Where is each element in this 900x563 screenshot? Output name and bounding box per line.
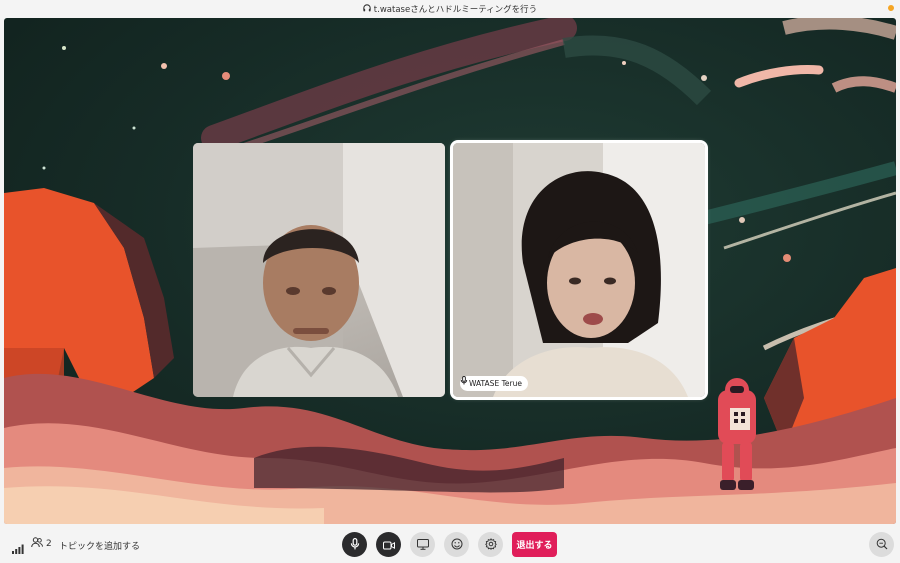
video-camera-icon (382, 535, 395, 554)
window-title-bar: t.wataseさんとハドルミーティングを行う (0, 0, 900, 18)
participant-video-tile-active-speaker[interactable]: WATASE Terue (453, 143, 705, 397)
window-title: t.wataseさんとハドルミーティングを行う (373, 5, 538, 15)
participant-video-feed (453, 143, 705, 397)
mute-microphone-button[interactable] (342, 532, 367, 557)
microphone-icon (350, 535, 360, 554)
settings-button[interactable] (478, 532, 503, 557)
people-icon (31, 537, 43, 551)
add-topic-link[interactable]: トピックを追加する (59, 539, 140, 552)
zoom-expand-icon (876, 535, 888, 554)
reaction-button[interactable] (444, 532, 469, 557)
participant-count: 2 (46, 539, 52, 549)
window-status-dot (888, 5, 894, 11)
screen-share-button[interactable] (410, 532, 435, 557)
expand-huddle-button[interactable] (869, 532, 894, 557)
headphones-icon (363, 4, 371, 14)
speaker-name: WATASE Terue (469, 379, 522, 388)
connection-signal-icon[interactable] (12, 539, 24, 558)
huddle-stage: WATASE Terue (4, 18, 896, 524)
emoji-reaction-icon (451, 535, 463, 554)
participant-video-tile[interactable] (193, 143, 445, 397)
settings-gear-icon (484, 535, 497, 554)
toggle-video-button[interactable] (376, 532, 401, 557)
participant-video-feed (193, 143, 445, 397)
huddle-control-bar: 2 トピックを追加する 退出する (0, 524, 900, 563)
screen-share-icon (416, 535, 429, 554)
participants-button[interactable]: 2 (31, 537, 52, 551)
leave-huddle-button[interactable]: 退出する (512, 532, 557, 557)
speaker-name-badge: WATASE Terue (460, 376, 528, 391)
space-landscape-background (4, 18, 896, 524)
